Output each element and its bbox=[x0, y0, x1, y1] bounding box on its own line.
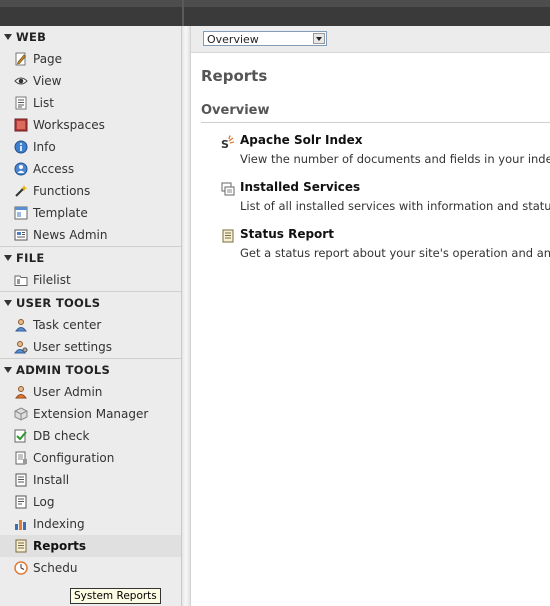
info-icon bbox=[14, 140, 28, 153]
user-settings-icon bbox=[14, 340, 28, 353]
module-news-admin[interactable]: News Admin bbox=[0, 224, 181, 246]
sidebar-splitter[interactable] bbox=[182, 26, 191, 606]
section-admin-tools: ADMIN TOOLS User Admin Extension Manager… bbox=[0, 358, 181, 579]
log-icon bbox=[15, 495, 27, 508]
collapse-arrow-icon bbox=[4, 299, 12, 306]
module-menu: WEB Page View List Workspaces Info Acces… bbox=[0, 26, 182, 606]
tooltip-system-reports: System Reports bbox=[70, 588, 161, 604]
report-title-link[interactable]: Installed Services bbox=[240, 180, 360, 194]
main-content: Reports Overview S Apache Solr Index Vie… bbox=[191, 53, 550, 606]
installed-services-icon bbox=[221, 182, 235, 196]
module-db-check[interactable]: DB check bbox=[0, 425, 181, 447]
svg-text:S: S bbox=[221, 138, 229, 149]
extension-manager-icon bbox=[14, 406, 28, 421]
module-extension-manager[interactable]: Extension Manager bbox=[0, 403, 181, 425]
collapse-arrow-icon bbox=[4, 366, 12, 373]
section-header-admin-tools[interactable]: ADMIN TOOLS bbox=[0, 358, 181, 381]
module-page[interactable]: Page bbox=[0, 48, 181, 70]
function-menu-select[interactable]: Overview bbox=[203, 31, 327, 46]
module-filelist[interactable]: Filelist bbox=[0, 269, 181, 291]
configuration-icon bbox=[15, 451, 27, 464]
status-report-icon bbox=[222, 229, 234, 243]
page-title: Reports bbox=[201, 67, 268, 85]
view-eye-icon bbox=[14, 77, 28, 84]
list-icon bbox=[15, 96, 27, 109]
top-bar-separator bbox=[182, 0, 184, 26]
user-admin-icon bbox=[15, 385, 27, 398]
reports-icon bbox=[15, 539, 27, 552]
filelist-icon bbox=[14, 275, 28, 286]
section-file: FILE Filelist bbox=[0, 246, 181, 291]
module-task-center[interactable]: Task center bbox=[0, 314, 181, 336]
report-title-link[interactable]: Status Report bbox=[240, 227, 334, 241]
functions-wand-icon bbox=[15, 184, 28, 197]
module-template[interactable]: Template bbox=[0, 202, 181, 224]
module-scheduler[interactable]: Schedu bbox=[0, 557, 181, 579]
module-functions[interactable]: Functions bbox=[0, 180, 181, 202]
report-description: Get a status report about your site's op… bbox=[240, 246, 550, 260]
report-title-link[interactable]: Apache Solr Index bbox=[240, 133, 363, 147]
section-header-file[interactable]: FILE bbox=[0, 246, 181, 269]
module-list[interactable]: List bbox=[0, 92, 181, 114]
task-center-icon bbox=[15, 318, 27, 331]
doc-header: Overview bbox=[191, 26, 550, 53]
module-access[interactable]: Access bbox=[0, 158, 181, 180]
module-reports[interactable]: Reports bbox=[0, 535, 181, 557]
collapse-arrow-icon bbox=[4, 254, 12, 261]
db-check-icon bbox=[14, 429, 27, 442]
module-configuration[interactable]: Configuration bbox=[0, 447, 181, 469]
section-user-tools: USER TOOLS Task center User settings bbox=[0, 291, 181, 358]
collapse-arrow-icon bbox=[4, 33, 12, 40]
section-header-user-tools[interactable]: USER TOOLS bbox=[0, 291, 181, 314]
top-bar-highlight bbox=[0, 0, 550, 7]
indexing-chart-icon bbox=[15, 519, 26, 530]
module-workspaces[interactable]: Workspaces bbox=[0, 114, 181, 136]
install-icon bbox=[15, 473, 27, 486]
chevron-down-icon bbox=[313, 33, 325, 44]
module-view[interactable]: View bbox=[0, 70, 181, 92]
report-description: View the number of documents and fields … bbox=[240, 152, 550, 166]
module-install[interactable]: Install bbox=[0, 469, 181, 491]
news-admin-icon bbox=[14, 229, 28, 240]
module-user-admin[interactable]: User Admin bbox=[0, 381, 181, 403]
access-icon bbox=[14, 162, 28, 175]
subtitle-divider bbox=[201, 122, 550, 123]
scheduler-icon bbox=[14, 560, 28, 575]
solr-icon: S bbox=[221, 135, 235, 149]
section-header-web[interactable]: WEB bbox=[0, 26, 181, 48]
page-icon bbox=[15, 52, 26, 65]
template-icon bbox=[14, 206, 28, 219]
report-description: List of all installed services with info… bbox=[240, 199, 550, 213]
module-indexing[interactable]: Indexing bbox=[0, 513, 181, 535]
section-subtitle: Overview bbox=[201, 103, 270, 118]
module-log[interactable]: Log bbox=[0, 491, 181, 513]
module-user-settings[interactable]: User settings bbox=[0, 336, 181, 358]
module-info[interactable]: Info bbox=[0, 136, 181, 158]
section-web: WEB Page View List Workspaces Info Acces… bbox=[0, 26, 181, 246]
workspaces-icon bbox=[14, 118, 28, 131]
top-bar bbox=[0, 0, 550, 26]
